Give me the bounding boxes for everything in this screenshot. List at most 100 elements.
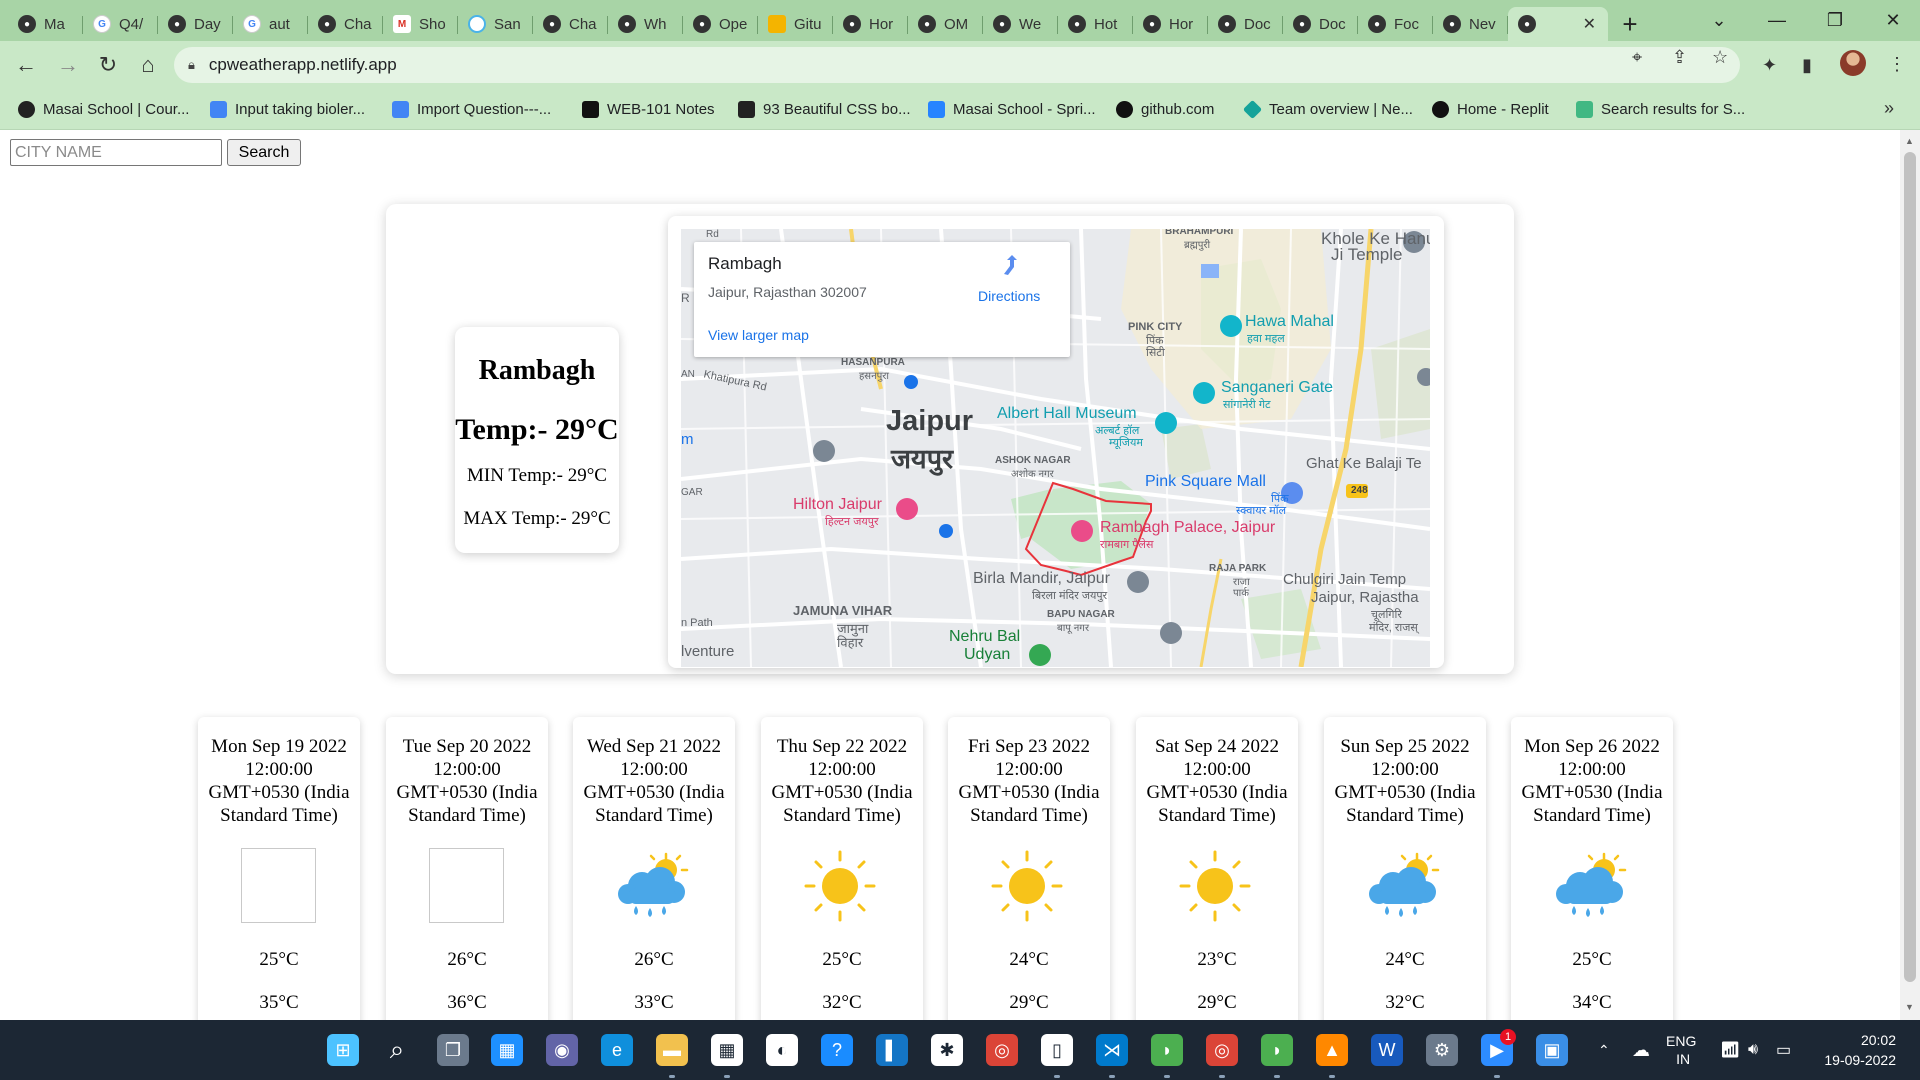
bookmark-star-icon[interactable]: ☆ [1712, 47, 1728, 68]
windows-start-icon[interactable]: ⊞ [327, 1034, 359, 1066]
wifi-icon[interactable]: 📶︎ [1720, 1020, 1740, 1080]
search-icon[interactable]: ⌕ [381, 1034, 413, 1066]
bookmark-item[interactable]: Input taking bioler... [210, 89, 365, 129]
tab[interactable]: ● Cha [533, 7, 608, 41]
map-label: Sanganeri Gate [1221, 379, 1334, 396]
tab[interactable]: ● Hot [1058, 7, 1133, 41]
bookmark-label: Import Question---... [417, 100, 552, 118]
tab[interactable]: ● Cha [308, 7, 383, 41]
bookmark-item[interactable]: github.com [1116, 89, 1214, 129]
map-label: बापू नगर [1057, 623, 1090, 634]
word-icon[interactable]: W [1371, 1034, 1403, 1066]
tab[interactable]: ● Ma [8, 7, 83, 41]
vscode-blue-icon[interactable]: ▌ [876, 1034, 908, 1066]
tab-search-chevron-icon[interactable]: ⌄ [1690, 0, 1748, 41]
edge-icon[interactable]: e [601, 1034, 633, 1066]
tab[interactable]: ● Foc [1358, 7, 1433, 41]
battery-icon[interactable]: ▭ [1776, 1020, 1791, 1080]
language-indicator[interactable]: ENG IN [1666, 1020, 1696, 1080]
bookmark-item[interactable]: Import Question---... [392, 89, 551, 129]
tab[interactable]: Gaut [233, 7, 308, 41]
tab[interactable]: ● We [983, 7, 1058, 41]
show-hidden-icons-icon[interactable]: ⌃ [1598, 1020, 1610, 1080]
chrome-active-icon[interactable]: ◎ [1206, 1034, 1238, 1066]
github-icon: ● [1068, 15, 1086, 33]
map-label: सांगानेरी गेट [1223, 399, 1271, 411]
app-green-icon[interactable]: ◗ [1151, 1034, 1183, 1066]
onedrive-icon[interactable]: ☁ [1632, 1020, 1650, 1080]
back-icon[interactable]: ← [10, 49, 42, 81]
menu-kebab-icon[interactable]: ⋮ [1888, 54, 1906, 75]
search-button[interactable]: Search [227, 139, 301, 166]
extensions-icon[interactable]: ✦ [1762, 55, 1777, 76]
scroll-up-icon[interactable]: ▲ [1905, 136, 1914, 146]
github-desktop-icon[interactable]: ◐ [766, 1034, 798, 1066]
minimize-button[interactable]: — [1748, 0, 1806, 41]
location-icon[interactable]: ⌖ [1632, 47, 1642, 68]
slack-icon[interactable]: ✱ [931, 1034, 963, 1066]
help-icon[interactable]: ? [821, 1034, 853, 1066]
forecast-date: Tue Sep 20 2022 12:00:00 GMT+0530 (India… [396, 736, 538, 826]
side-panel-icon[interactable]: ▮ [1802, 55, 1812, 76]
tab[interactable]: ● OM [908, 7, 983, 41]
bookmark-item[interactable]: Masai School - Spri... [928, 89, 1096, 129]
share-icon[interactable]: ⇪ [1672, 47, 1687, 68]
file-explorer-icon[interactable]: ▬ [656, 1034, 688, 1066]
tab[interactable]: ● Wh [608, 7, 683, 41]
tab[interactable]: ● Doc [1208, 7, 1283, 41]
page-scrollbar[interactable]: ▲ ▼ [1900, 130, 1920, 1020]
home-icon[interactable]: ⌂ [132, 49, 164, 81]
tab-active[interactable]: ● ✕ [1508, 7, 1608, 41]
city-search-input[interactable] [10, 139, 222, 166]
app-running-indicator [1219, 1075, 1225, 1078]
settings-icon[interactable]: ⚙ [1426, 1034, 1458, 1066]
widgets-icon[interactable]: ▦ [491, 1034, 523, 1066]
scroll-down-icon[interactable]: ▼ [1905, 1002, 1914, 1012]
tab[interactable]: ● Hor [1133, 7, 1208, 41]
tab[interactable]: ● Day [158, 7, 233, 41]
reload-icon[interactable]: ↻ [92, 49, 124, 81]
clock[interactable]: 20:02 19-09-2022 [1820, 1020, 1896, 1080]
bookmark-item[interactable]: Home - Replit [1432, 89, 1549, 129]
view-larger-map-link[interactable]: View larger map [708, 327, 809, 343]
lock-icon[interactable]: 🔒︎ [188, 57, 195, 73]
tab[interactable]: ● Nev [1433, 7, 1508, 41]
close-window-button[interactable]: ✕ [1864, 0, 1920, 41]
new-tab-button[interactable]: + [1608, 7, 1652, 41]
address-bar[interactable]: 🔒︎ cpweatherapp.netlify.app [174, 47, 1740, 83]
task-view-icon[interactable]: ❐ [437, 1034, 469, 1066]
google-map[interactable]: Khole Ke Hanuman Ji Temple BRAHAMPURI ब्… [681, 229, 1430, 667]
url-text[interactable]: cpweatherapp.netlify.app [209, 55, 397, 75]
bookmark-item[interactable]: Team overview | Ne... [1242, 89, 1413, 129]
bookmark-item[interactable]: Masai School | Cour... [18, 89, 189, 129]
bookmark-item[interactable]: 93 Beautiful CSS bo... [738, 89, 911, 129]
vlc-icon[interactable]: ▲ [1316, 1034, 1348, 1066]
store-icon[interactable]: ▦ [711, 1034, 743, 1066]
directions-link[interactable]: Directions [978, 288, 1040, 304]
forward-icon[interactable]: → [52, 49, 84, 81]
close-icon[interactable]: ✕ [1583, 14, 1596, 34]
teams-chat-icon[interactable]: ◉ [546, 1034, 578, 1066]
directions-icon[interactable] [1000, 254, 1024, 278]
scrollbar-thumb[interactable] [1904, 152, 1916, 982]
restore-button[interactable]: ❐ [1806, 0, 1864, 41]
photos-icon[interactable]: ▣ [1536, 1034, 1568, 1066]
tab[interactable]: ● Ope [683, 7, 758, 41]
avatar[interactable] [1840, 50, 1866, 76]
tab[interactable]: ● Doc [1283, 7, 1358, 41]
volume-icon[interactable]: 🔊︎ [1748, 1020, 1758, 1080]
bookmark-item[interactable]: WEB-101 Notes [582, 89, 715, 129]
tab[interactable]: Gitu [758, 7, 833, 41]
vscode-icon[interactable]: ⋊ [1096, 1034, 1128, 1066]
notepad-icon[interactable]: ▯ [1041, 1034, 1073, 1066]
chrome-icon[interactable]: ◎ [986, 1034, 1018, 1066]
app-green2-icon[interactable]: ◗ [1261, 1034, 1293, 1066]
tab[interactable]: M Sho [383, 7, 458, 41]
tab[interactable]: San [458, 7, 533, 41]
bookmarks-overflow-icon[interactable]: » [1884, 98, 1894, 119]
map-label: HASANPURA [841, 357, 905, 368]
tab[interactable]: ● Hor [833, 7, 908, 41]
tab[interactable]: G Q4/ [83, 7, 158, 41]
bookmark-item[interactable]: Search results for S... [1576, 89, 1745, 129]
map-popup-title: Rambagh [708, 254, 782, 273]
